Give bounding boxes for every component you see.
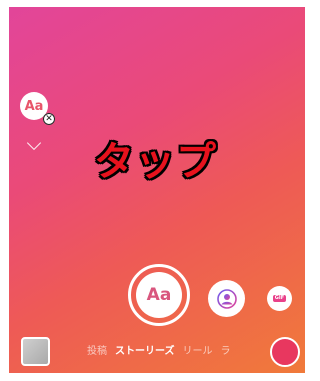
avatar-button[interactable] [208, 280, 245, 317]
tab-stories[interactable]: ストーリーズ [115, 342, 175, 358]
close-icon[interactable]: ✕ [43, 113, 55, 125]
text-tool-label: Aa [24, 98, 44, 114]
create-text-label: Aa [146, 285, 172, 305]
person-icon [216, 288, 237, 309]
create-text-button[interactable]: Aa [128, 264, 190, 326]
gif-button[interactable]: GIF [267, 286, 292, 311]
mode-tabs: 投稿 ストーリーズ リール ラ [87, 342, 231, 358]
tab-live[interactable]: ラ [221, 342, 231, 358]
gallery-thumbnail[interactable] [21, 337, 50, 366]
gif-label: GIF [272, 295, 287, 302]
tap-annotation: タップ [94, 139, 217, 185]
story-camera-screen: Aa ✕ タップ Aa GIF 投稿 ストーリーズ リール ラ [9, 7, 305, 373]
tab-reels[interactable]: リール [183, 342, 213, 358]
tab-post[interactable]: 投稿 [87, 342, 107, 358]
chevron-down-icon[interactable] [26, 135, 42, 151]
record-button[interactable] [270, 337, 300, 367]
